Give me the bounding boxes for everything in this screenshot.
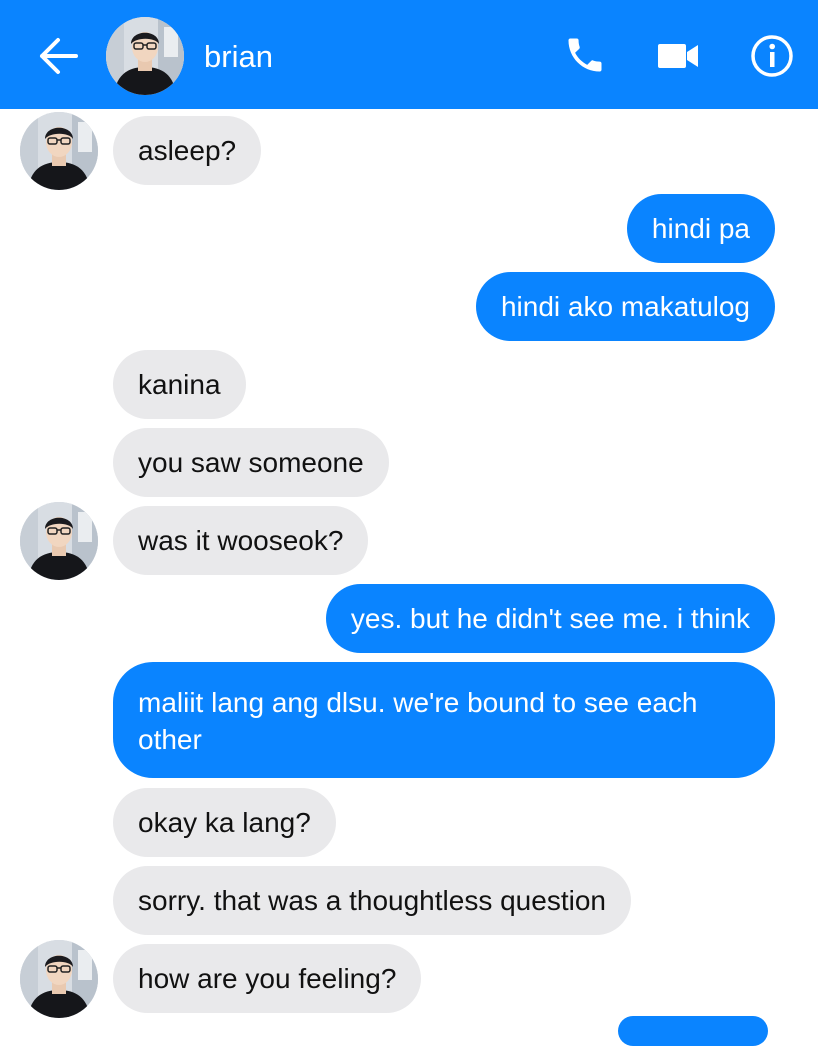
incoming-message[interactable]: sorry. that was a thoughtless question [113, 866, 631, 935]
outgoing-message[interactable]: yes. but he didn't see me. i think [325, 584, 775, 653]
outgoing-message-partial[interactable] [618, 1016, 768, 1046]
avatar[interactable] [20, 502, 98, 580]
contact-avatar[interactable] [106, 17, 184, 95]
info-icon [751, 35, 793, 77]
conversation-header: brian [0, 0, 818, 109]
outgoing-message[interactable]: hindi pa [626, 194, 775, 263]
back-button[interactable] [38, 36, 80, 76]
avatar[interactable] [20, 940, 98, 1018]
outgoing-message[interactable]: maliit lang ang dlsu. we're bound to see… [113, 662, 775, 778]
voice-call-button[interactable] [563, 33, 607, 77]
arrow-left-icon [40, 38, 78, 74]
contact-name[interactable]: brian [204, 37, 273, 77]
incoming-message[interactable]: how are you feeling? [113, 944, 422, 1013]
incoming-message[interactable]: asleep? [113, 116, 262, 185]
avatar[interactable] [20, 112, 98, 190]
incoming-message[interactable]: was it wooseok? [113, 506, 369, 575]
video-call-button[interactable] [656, 38, 700, 74]
incoming-message[interactable]: kanina [113, 350, 246, 419]
info-button[interactable] [749, 33, 795, 79]
incoming-message[interactable]: you saw someone [113, 428, 389, 497]
video-camera-icon [658, 44, 698, 68]
outgoing-message[interactable]: hindi ako makatulog [475, 272, 775, 341]
incoming-message[interactable]: okay ka lang? [113, 788, 336, 857]
phone-icon [568, 38, 602, 72]
